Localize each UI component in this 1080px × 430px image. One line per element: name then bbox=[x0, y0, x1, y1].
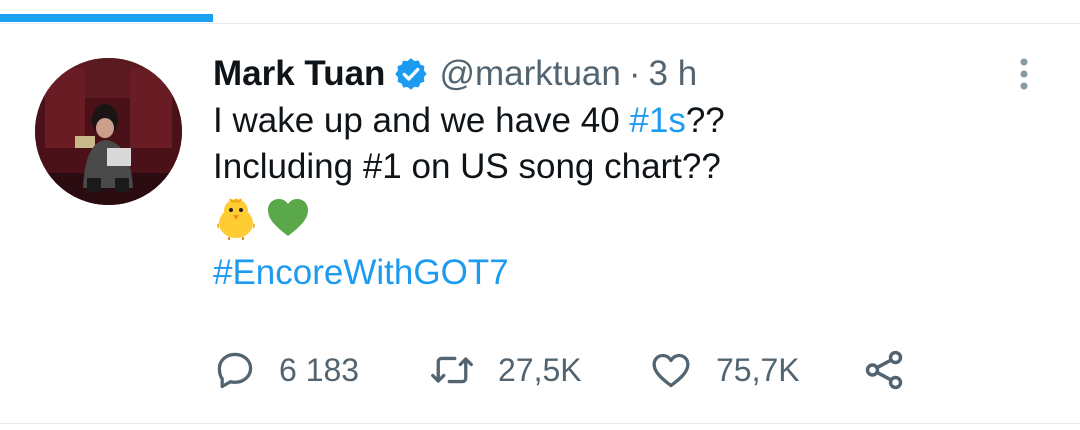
retweet-button[interactable]: 27,5K bbox=[428, 348, 582, 392]
timestamp[interactable]: 3 h bbox=[649, 54, 698, 94]
tweet-content: Mark Tuan @marktuan · 3 h I wake up and … bbox=[213, 50, 1013, 296]
reply-button[interactable]: 6 183 bbox=[213, 348, 359, 392]
tweet-text: ?? bbox=[685, 101, 725, 140]
chick-emoji bbox=[213, 195, 259, 246]
reply-icon bbox=[217, 352, 253, 389]
share-button[interactable] bbox=[861, 347, 907, 393]
separator-dot: · bbox=[628, 54, 641, 93]
verified-badge-icon bbox=[393, 56, 429, 92]
like-count: 75,7K bbox=[716, 351, 800, 388]
divider bbox=[0, 423, 1080, 424]
green-heart-emoji bbox=[265, 195, 311, 246]
tweet-header: Mark Tuan @marktuan · 3 h bbox=[213, 50, 1013, 98]
user-handle[interactable]: @marktuan bbox=[439, 54, 620, 94]
hashtag-link[interactable]: #1s bbox=[629, 101, 685, 140]
hashtag-link[interactable]: #EncoreWithGOT7 bbox=[213, 250, 1013, 296]
share-icon bbox=[865, 350, 903, 390]
more-vertical-icon bbox=[1020, 58, 1028, 90]
like-button[interactable]: 75,7K bbox=[648, 348, 800, 392]
heart-icon bbox=[652, 353, 690, 388]
display-name[interactable]: Mark Tuan bbox=[213, 54, 385, 94]
tweet-text-line-2: Including #1 on US song chart?? bbox=[213, 147, 721, 186]
progress-bar bbox=[0, 14, 213, 22]
avatar-image bbox=[35, 58, 182, 205]
retweet-count: 27,5K bbox=[498, 351, 582, 388]
reply-count: 6 183 bbox=[279, 351, 360, 388]
avatar[interactable] bbox=[35, 58, 182, 205]
tweet-text-line-1: I wake up and we have 40 #1s?? bbox=[213, 98, 1013, 144]
more-options-button[interactable] bbox=[1012, 54, 1036, 94]
tweet-text: I wake up and we have 40 bbox=[213, 101, 630, 140]
retweet-icon bbox=[431, 356, 473, 384]
emoji-row bbox=[213, 194, 1013, 246]
